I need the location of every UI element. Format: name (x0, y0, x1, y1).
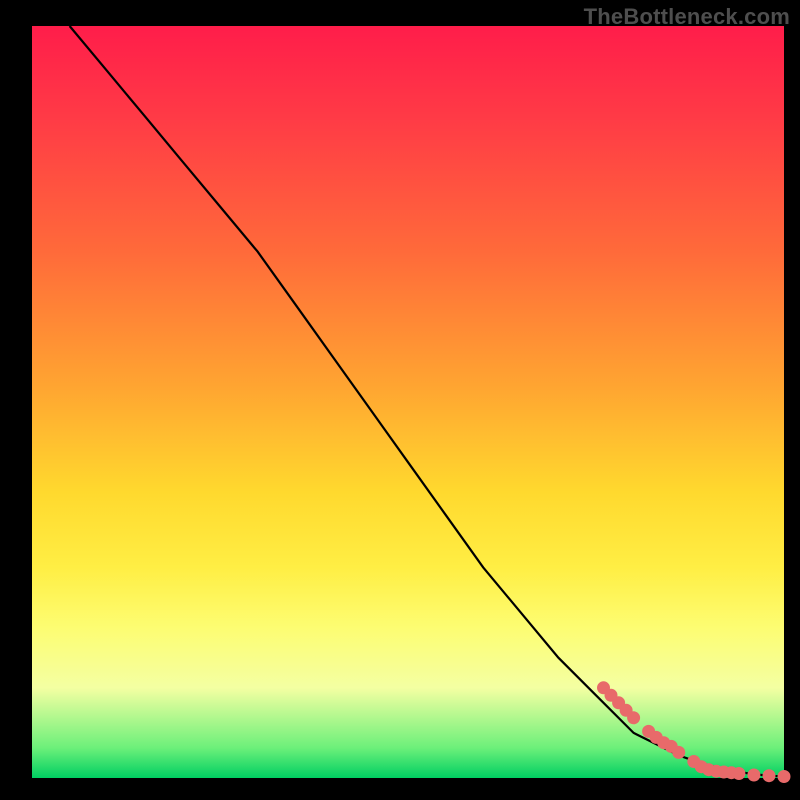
data-point (747, 769, 760, 782)
data-point (778, 770, 791, 783)
data-point (763, 769, 776, 782)
main-curve (70, 26, 784, 777)
chart-frame: TheBottleneck.com (0, 0, 800, 800)
plot-area (32, 26, 784, 778)
data-point (627, 711, 640, 724)
watermark-text: TheBottleneck.com (584, 4, 790, 30)
data-point (672, 746, 685, 759)
chart-overlay (32, 26, 784, 778)
data-points (597, 681, 791, 783)
data-point (732, 767, 745, 780)
